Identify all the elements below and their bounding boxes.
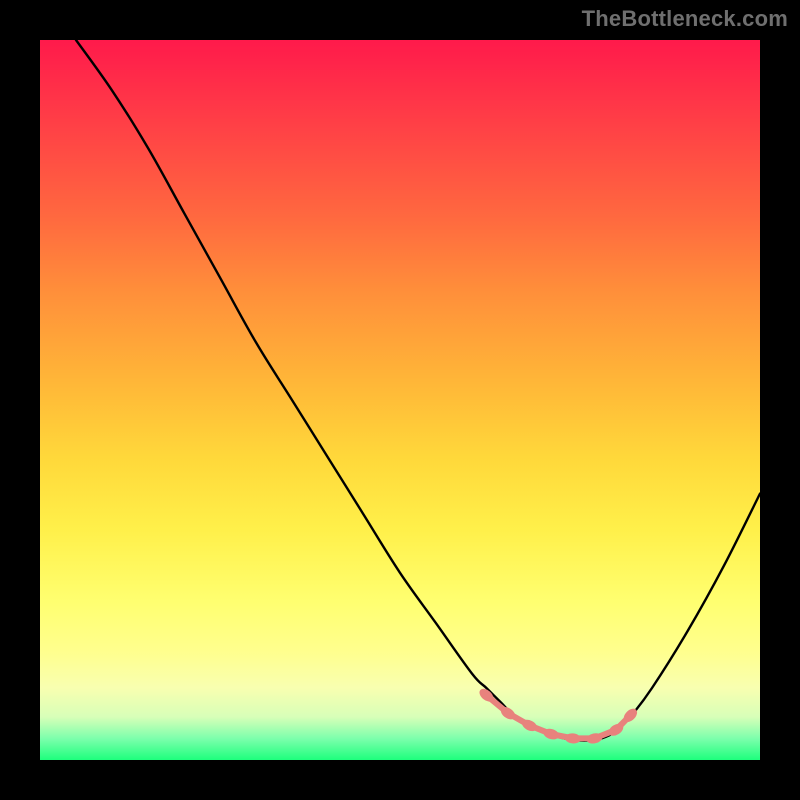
valley-beads-group — [477, 686, 640, 745]
bottleneck-curve — [76, 40, 760, 741]
chart-svg — [40, 40, 760, 760]
plot-area — [40, 40, 760, 760]
watermark-text: TheBottleneck.com — [582, 6, 788, 32]
chart-frame: TheBottleneck.com — [0, 0, 800, 800]
